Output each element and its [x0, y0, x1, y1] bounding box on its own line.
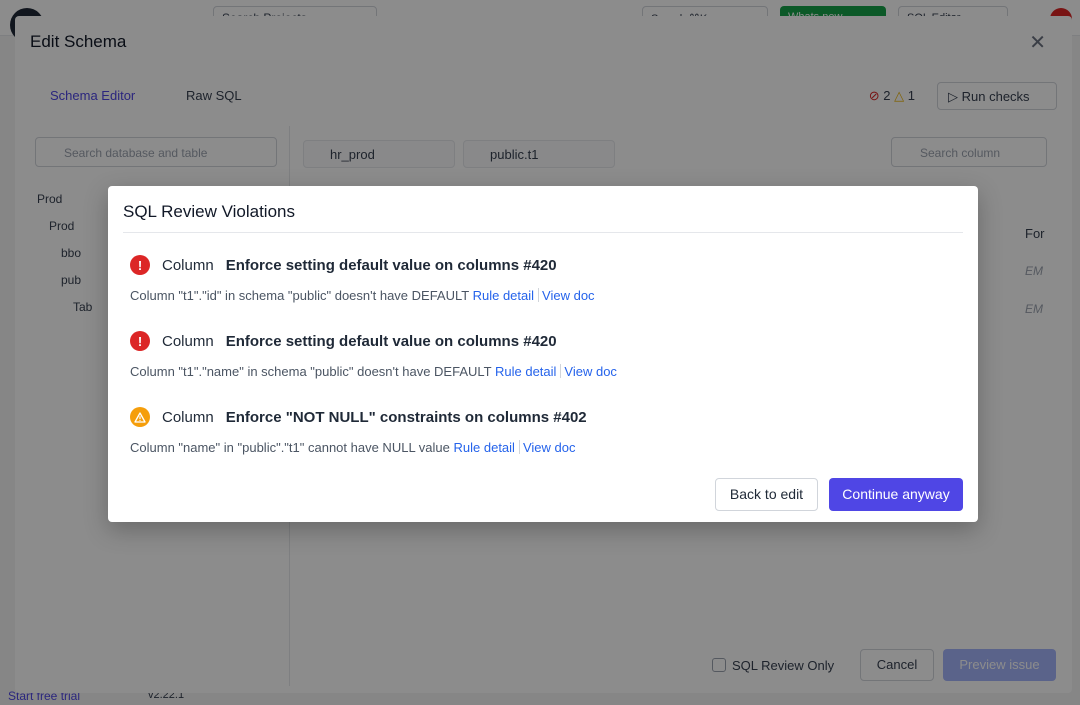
continue-anyway-button[interactable]: Continue anyway	[829, 478, 963, 511]
link-separator	[518, 440, 520, 454]
violation-item: ! Column Enforce setting default value o…	[130, 330, 950, 379]
violation-title: Enforce "NOT NULL" constraints on column…	[225, 408, 587, 426]
sql-review-violations-dialog: SQL Review Violations ! Column Enforce s…	[108, 186, 978, 522]
rule-detail-link[interactable]: Rule detail	[454, 440, 515, 455]
warning-icon	[130, 407, 150, 427]
violation-item: Column Enforce "NOT NULL" constraints on…	[130, 406, 950, 455]
violation-message: Column "t1"."id" in schema "public" does…	[130, 288, 469, 303]
violation-type: Column	[162, 408, 214, 426]
rule-detail-link[interactable]: Rule detail	[495, 364, 556, 379]
dialog-divider	[123, 232, 963, 233]
dialog-title: SQL Review Violations	[123, 202, 295, 221]
violation-message: Column "name" in "public"."t1" cannot ha…	[130, 440, 450, 455]
back-to-edit-button[interactable]: Back to edit	[715, 478, 818, 511]
view-doc-link[interactable]: View doc	[564, 364, 617, 379]
error-icon: !	[130, 331, 150, 351]
view-doc-link[interactable]: View doc	[542, 288, 595, 303]
view-doc-link[interactable]: View doc	[523, 440, 576, 455]
violation-title: Enforce setting default value on columns…	[225, 332, 557, 350]
link-separator	[538, 288, 540, 302]
rule-detail-link[interactable]: Rule detail	[473, 288, 534, 303]
violation-type: Column	[162, 332, 214, 350]
violation-type: Column	[162, 256, 214, 274]
violation-message: Column "t1"."name" in schema "public" do…	[130, 364, 492, 379]
error-icon: !	[130, 255, 150, 275]
violation-item: ! Column Enforce setting default value o…	[130, 254, 950, 303]
link-separator	[560, 364, 562, 378]
violation-title: Enforce setting default value on columns…	[225, 256, 557, 274]
